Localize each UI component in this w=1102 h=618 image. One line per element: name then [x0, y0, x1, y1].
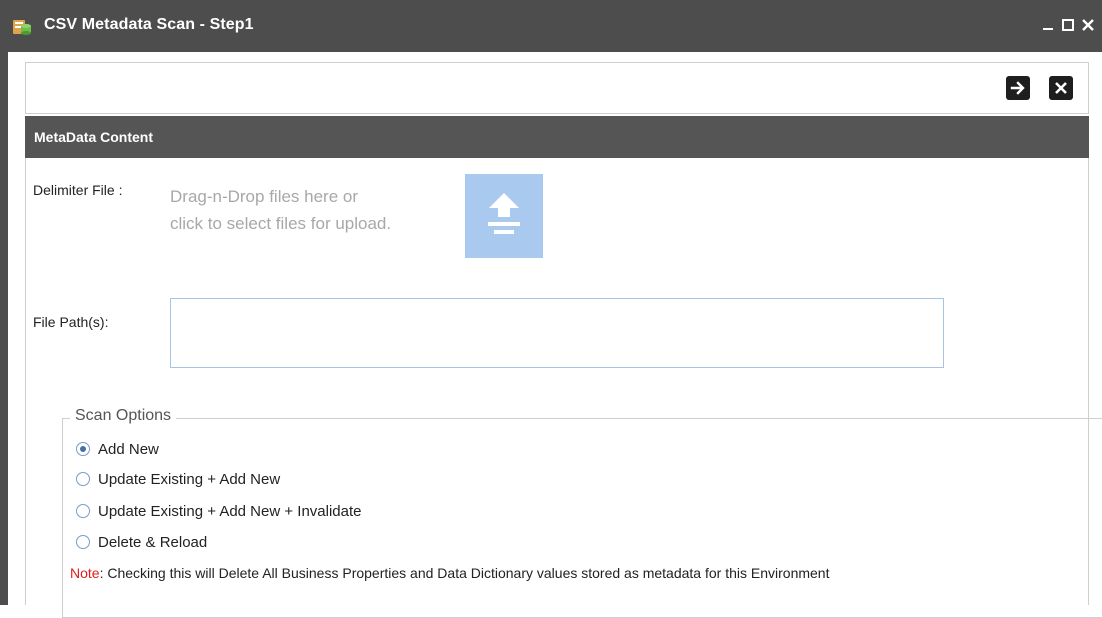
- radio-update-existing-add-new-invalidate[interactable]: [76, 504, 90, 518]
- delimiter-file-label: Delimiter File :: [33, 182, 123, 198]
- scan-note: Note: Checking this will Delete All Busi…: [70, 565, 829, 581]
- upload-button[interactable]: [465, 174, 543, 258]
- dropzone-text: Drag-n-Drop files here or click to selec…: [170, 183, 391, 237]
- close-square-icon[interactable]: [1049, 76, 1073, 100]
- radio-update-existing-add-new[interactable]: [76, 472, 90, 486]
- option-add-new[interactable]: Add New: [76, 438, 159, 460]
- csv-metadata-scan-window: CSV Metadata Scan - Step1 MetaData Conte…: [0, 0, 1102, 618]
- title-bar: CSV Metadata Scan - Step1: [0, 0, 1102, 52]
- option-label: Delete & Reload: [98, 533, 208, 551]
- window-left-border: [0, 52, 8, 605]
- option-update-existing-add-new[interactable]: Update Existing + Add New: [76, 468, 280, 490]
- dropzone-line-1: Drag-n-Drop files here or: [170, 187, 359, 206]
- file-path-label: File Path(s):: [33, 314, 109, 330]
- option-label: Update Existing + Add New + Invalidate: [98, 502, 362, 520]
- file-path-input[interactable]: [170, 298, 944, 368]
- option-delete-reload[interactable]: Delete & Reload: [76, 531, 207, 553]
- note-text: : Checking this will Delete All Business…: [99, 565, 830, 581]
- dropzone-line-2: click to select files for upload.: [170, 214, 392, 233]
- note-key: Note: [70, 565, 100, 581]
- window-title: CSV Metadata Scan - Step1: [44, 16, 254, 33]
- file-dropzone[interactable]: Drag-n-Drop files here or click to selec…: [170, 183, 460, 247]
- close-icon[interactable]: [1078, 14, 1098, 36]
- option-label: Update Existing + Add New: [98, 470, 281, 488]
- maximize-icon[interactable]: [1058, 14, 1078, 36]
- toolbar: [25, 62, 1089, 114]
- radio-add-new[interactable]: [76, 442, 90, 456]
- minimize-icon[interactable]: [1038, 14, 1058, 36]
- upload-icon: [486, 191, 522, 242]
- option-update-existing-add-new-invalidate[interactable]: Update Existing + Add New + Invalidate: [76, 500, 362, 522]
- radio-delete-reload[interactable]: [76, 535, 90, 549]
- scan-options-legend: Scan Options: [70, 407, 177, 425]
- app-database-icon: [12, 17, 32, 37]
- section-header: MetaData Content: [25, 116, 1089, 158]
- option-label: Add New: [98, 440, 159, 458]
- arrow-right-icon[interactable]: [1006, 76, 1030, 100]
